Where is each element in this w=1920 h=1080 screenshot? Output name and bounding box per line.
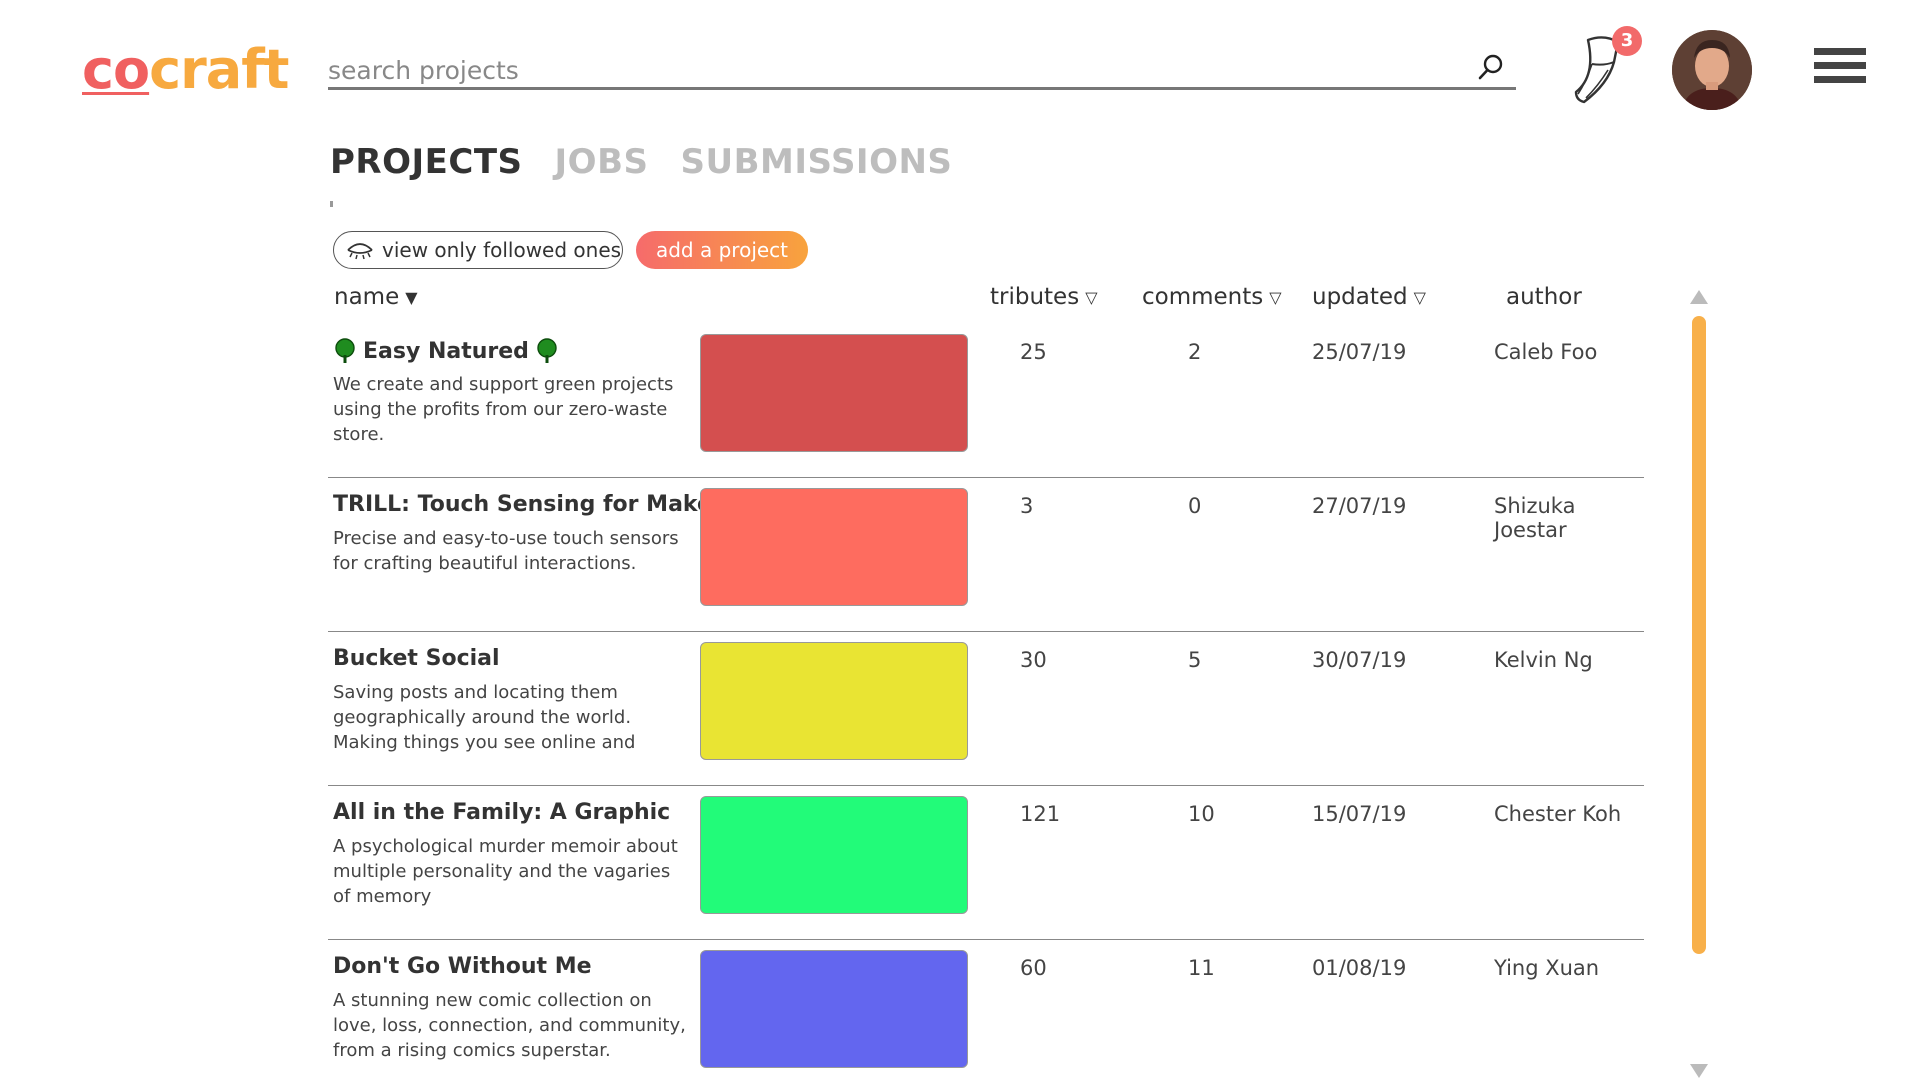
column-header-name[interactable]: name ▼ (334, 284, 418, 310)
sort-arrow-icon: ▽ (1413, 287, 1426, 307)
project-thumbnail[interactable] (700, 334, 968, 452)
project-thumbnail[interactable] (700, 642, 968, 760)
scroll-up-arrow-icon[interactable] (1690, 290, 1708, 304)
project-description: A stunning new comic collection on love,… (333, 990, 686, 1061)
avatar-image (1672, 30, 1752, 110)
project-title-text: Don't Go Without Me (333, 954, 592, 979)
project-row[interactable]: Easy Natured We create and support green… (328, 326, 1644, 478)
user-avatar[interactable] (1672, 30, 1752, 110)
project-title[interactable]: Easy Natured (333, 338, 559, 364)
project-tributes: 121 (1020, 802, 1061, 826)
logo-part-craft: craft (149, 38, 289, 101)
column-tributes-label: tributes (990, 284, 1080, 310)
project-title[interactable]: TRILL: Touch Sensing for Makers (333, 492, 736, 517)
project-updated: 27/07/19 (1312, 494, 1407, 518)
project-updated: 01/08/19 (1312, 956, 1407, 980)
add-project-button[interactable]: add a project (636, 231, 808, 269)
view-followed-toggle[interactable]: view only followed ones (333, 231, 623, 269)
active-tab-indicator (330, 201, 333, 207)
tab-submissions[interactable]: SUBMISSIONS (680, 142, 952, 182)
column-comments-label: comments (1142, 284, 1264, 310)
search-bar (328, 52, 1516, 90)
menu-bar (1814, 76, 1866, 83)
project-title[interactable]: Don't Go Without Me (333, 954, 592, 979)
project-comments: 2 (1188, 340, 1202, 364)
tab-jobs[interactable]: JOBS (555, 142, 649, 182)
scrollbar-thumb[interactable] (1692, 316, 1706, 954)
project-title-text: TRILL: Touch Sensing for Makers (333, 492, 736, 517)
section-tabs: PROJECTS JOBS SUBMISSIONS (330, 142, 952, 182)
menu-bar (1814, 48, 1866, 55)
project-title[interactable]: All in the Family: A Graphic (333, 800, 670, 825)
search-icon[interactable] (1476, 52, 1506, 82)
cocraft-logo[interactable]: cocraft (82, 38, 290, 101)
project-row[interactable]: All in the Family: A Graphic A psycholog… (328, 788, 1644, 940)
sort-arrow-icon: ▽ (1269, 287, 1282, 307)
project-tributes: 25 (1020, 340, 1047, 364)
logo-part-co: co (82, 38, 150, 101)
project-author[interactable]: Ying Xuan (1494, 956, 1599, 980)
column-header-updated[interactable]: updated ▽ (1312, 284, 1426, 310)
notification-count-badge: 3 (1612, 26, 1642, 56)
sort-arrow-icon: ▽ (1085, 287, 1098, 307)
project-updated: 25/07/19 (1312, 340, 1407, 364)
closed-eye-icon (347, 243, 373, 260)
column-name-label: name (334, 284, 400, 310)
project-description: We create and support green projects usi… (333, 374, 674, 445)
column-updated-label: updated (1312, 284, 1408, 310)
project-row[interactable]: Bucket Social Saving posts and locating … (328, 634, 1644, 786)
project-title-text: All in the Family: A Graphic (333, 800, 671, 825)
project-tributes: 30 (1020, 648, 1047, 672)
tab-projects[interactable]: PROJECTS (330, 142, 523, 182)
project-updated: 30/07/19 (1312, 648, 1407, 672)
project-comments: 0 (1188, 494, 1202, 518)
project-row[interactable]: TRILL: Touch Sensing for Makers Precise … (328, 480, 1644, 632)
project-title-text: Easy Natured (363, 338, 529, 364)
project-description: A psychological murder memoir about mult… (333, 836, 678, 907)
project-author[interactable]: Shizuka Joestar (1494, 494, 1644, 542)
hamburger-menu-icon[interactable] (1814, 48, 1868, 90)
project-description: Precise and easy-to-use touch sensors fo… (333, 528, 679, 574)
project-updated: 15/07/19 (1312, 802, 1407, 826)
project-thumbnail[interactable] (700, 796, 968, 914)
search-input[interactable] (328, 54, 1448, 86)
tree-icon (537, 338, 557, 363)
column-header-comments[interactable]: comments ▽ (1142, 284, 1282, 310)
project-description: Saving posts and locating them geographi… (333, 682, 636, 753)
menu-bar (1814, 62, 1866, 69)
notifications-button[interactable]: 3 (1568, 26, 1642, 108)
column-header-tributes[interactable]: tributes ▽ (990, 284, 1098, 310)
scroll-down-arrow-icon[interactable] (1690, 1064, 1708, 1078)
column-header-author[interactable]: author (1506, 284, 1582, 310)
column-author-label: author (1506, 284, 1582, 310)
project-comments: 11 (1188, 956, 1215, 980)
project-author[interactable]: Chester Koh (1494, 802, 1621, 826)
project-thumbnail[interactable] (700, 950, 968, 1068)
project-row[interactable]: Don't Go Without Me A stunning new comic… (328, 942, 1644, 1080)
project-tributes: 60 (1020, 956, 1047, 980)
project-author[interactable]: Caleb Foo (1494, 340, 1597, 364)
sort-desc-filled-icon: ▼ (405, 287, 418, 307)
project-comments: 5 (1188, 648, 1202, 672)
project-title-text: Bucket Social (333, 646, 500, 671)
project-comments: 10 (1188, 802, 1215, 826)
project-thumbnail[interactable] (700, 488, 968, 606)
project-author[interactable]: Kelvin Ng (1494, 648, 1593, 672)
project-tributes: 3 (1020, 494, 1034, 518)
project-title[interactable]: Bucket Social (333, 646, 500, 671)
tree-icon (335, 338, 355, 363)
view-followed-label: view only followed ones (382, 238, 622, 262)
